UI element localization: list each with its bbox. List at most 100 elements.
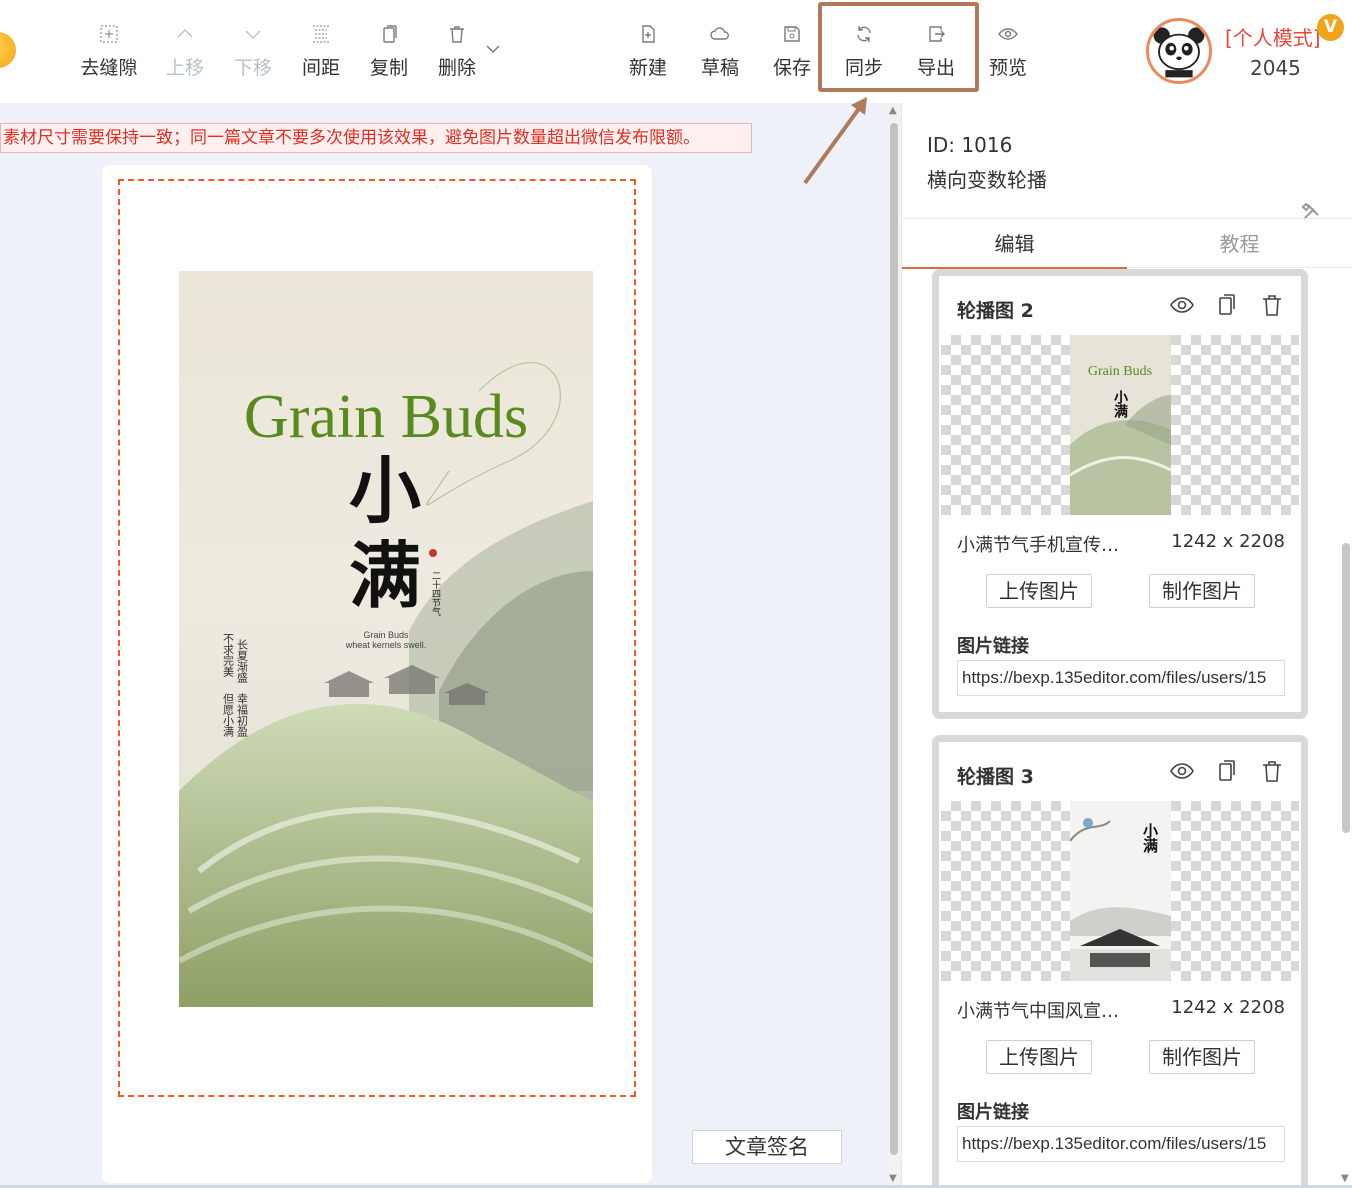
canvas-scroll-thumb[interactable]	[890, 123, 898, 1155]
thumbnail-title-cn: 小满	[1141, 823, 1159, 854]
export-label: 导出	[916, 57, 955, 79]
chevron-up-icon	[150, 20, 220, 48]
article-signature-button[interactable]: 文章签名	[692, 1130, 842, 1164]
spacing-label: 间距	[301, 57, 340, 79]
move-up-button[interactable]: 上移	[150, 20, 220, 84]
copy-label: 复制	[369, 57, 408, 79]
spacing-icon	[286, 20, 356, 48]
panel-scrollbar[interactable]: ▼	[1338, 269, 1352, 1188]
card-title: 轮播图 3	[957, 766, 1034, 788]
delete-button[interactable]: 删除	[422, 20, 492, 84]
make-image-button[interactable]: 制作图片	[1149, 574, 1255, 608]
poster-poem-line-3: 幸福初盈	[236, 693, 249, 737]
chevron-down-icon	[218, 20, 288, 48]
new-button[interactable]: 新建	[613, 20, 683, 84]
draft-label: 草稿	[700, 57, 739, 79]
poster-title-en: Grain Buds	[244, 383, 528, 451]
cloud-icon	[685, 20, 755, 48]
remove-gap-button[interactable]: 去缝隙	[74, 20, 144, 84]
thumbnail-title-en: Grain Buds	[1088, 364, 1152, 379]
carousel-card: 轮播图 3 小满 小满节气中国风宣… 1242 x 2208 上传图片 制作图片…	[932, 735, 1308, 1188]
save-label: 保存	[772, 57, 811, 79]
tab-tutorial[interactable]: 教程	[1127, 219, 1352, 269]
poster-poem-line-2: 不求完美	[222, 633, 235, 677]
scroll-down-icon[interactable]: ▼	[1341, 1173, 1349, 1184]
notice-banner: 素材尺寸需要保持一致；同一篇文章不要多次使用该效果，避免图片数量超出微信发布限额…	[0, 123, 752, 153]
tab-edit[interactable]: 编辑	[902, 219, 1127, 269]
user-points: 2045	[1250, 56, 1301, 80]
sync-icon	[829, 20, 899, 48]
draft-button[interactable]: 草稿	[685, 20, 755, 84]
copy-icon[interactable]	[1214, 292, 1240, 318]
make-image-button[interactable]: 制作图片	[1149, 1040, 1255, 1074]
trash-icon[interactable]	[1259, 758, 1285, 784]
poster-sub-2: wheat kernels swell.	[345, 640, 427, 650]
card-title: 轮播图 2	[957, 300, 1034, 322]
export-icon	[901, 20, 971, 48]
panel-scroll-thumb[interactable]	[1342, 543, 1350, 833]
poster-image[interactable]: Grain Buds 小 满 二十四节气 Grain Buds wheat ke…	[179, 271, 593, 1007]
save-button[interactable]: 保存	[757, 20, 827, 84]
copy-button[interactable]: 复制	[354, 20, 424, 84]
panda-avatar-icon	[1151, 23, 1207, 79]
scroll-up-icon[interactable]: ▲	[889, 105, 897, 116]
logo-icon	[0, 32, 16, 68]
poster-seal-icon	[429, 549, 437, 557]
copy-icon	[354, 20, 424, 48]
poster-poem-line-4: 但愿小满	[222, 693, 235, 737]
more-chevron-down-icon[interactable]	[484, 40, 502, 58]
image-link-label: 图片链接	[957, 1102, 1029, 1123]
avatar[interactable]	[1146, 18, 1212, 84]
poster-side-tag: 二十四节气	[430, 571, 441, 616]
move-down-button[interactable]: 下移	[218, 20, 288, 84]
move-up-label: 上移	[165, 57, 204, 79]
copy-icon[interactable]	[1214, 758, 1240, 784]
eye-icon[interactable]	[1169, 758, 1195, 784]
eye-icon	[973, 20, 1043, 48]
remove-gap-label: 去缝隙	[80, 57, 138, 79]
trash-icon[interactable]	[1259, 292, 1285, 318]
template-name: 横向变数轮播	[927, 168, 1047, 192]
image-file-name: 小满节气手机宣传…	[957, 535, 1119, 556]
poster-poem-line-1: 长夏渐盛	[236, 639, 249, 683]
app-window: 去缝隙 上移 下移 间距 复制 删除 新建 草稿 保存 同步 导出 预览 [个人…	[0, 0, 1352, 1188]
poster-title-cn-1: 小	[349, 448, 421, 533]
annotation-arrow-icon	[803, 97, 867, 185]
upload-image-button[interactable]: 上传图片	[986, 1040, 1092, 1074]
image-link-label: 图片链接	[957, 636, 1029, 657]
new-file-icon	[613, 20, 683, 48]
preview-label: 预览	[988, 57, 1027, 79]
save-icon	[757, 20, 827, 48]
preview-button[interactable]: 预览	[973, 20, 1043, 84]
move-down-label: 下移	[233, 57, 272, 79]
delete-label: 删除	[437, 57, 476, 79]
vip-badge: V	[1317, 14, 1344, 41]
canvas-scrollbar[interactable]: ▲ ▼	[887, 103, 901, 1188]
poster-sub-1: Grain Buds	[363, 630, 409, 640]
sync-button[interactable]: 同步	[829, 20, 899, 84]
image-link-input[interactable]: https://bexp.135editor.com/files/users/1…	[957, 1126, 1285, 1162]
trash-icon	[422, 20, 492, 48]
poster-title-cn-2: 满	[349, 533, 421, 618]
upload-image-button[interactable]: 上传图片	[986, 574, 1092, 608]
user-mode-link[interactable]: [个人模式]	[1225, 22, 1321, 51]
thumbnail-image: 小满	[1070, 801, 1171, 981]
scroll-down-icon[interactable]: ▼	[889, 1173, 897, 1184]
editor-canvas-area: 素材尺寸需要保持一致；同一篇文章不要多次使用该效果，避免图片数量超出微信发布限额…	[0, 97, 901, 1188]
image-file-name: 小满节气中国风宣…	[957, 1001, 1119, 1022]
image-dimensions: 1242 x 2208	[1171, 531, 1285, 552]
image-thumbnail[interactable]: Grain Buds 小满	[941, 335, 1299, 515]
carousel-item-list: 轮播图 2 Grain Buds 小满 小满节气手机宣传… 1242 x 220…	[902, 269, 1352, 1188]
template-id: ID: 1016	[927, 133, 1013, 157]
image-thumbnail[interactable]: 小满	[941, 801, 1299, 981]
spacing-button[interactable]: 间距	[286, 20, 356, 84]
top-toolbar: 去缝隙 上移 下移 间距 复制 删除 新建 草稿 保存 同步 导出 预览 [个人…	[0, 0, 1352, 103]
thumbnail-image: Grain Buds 小满	[1070, 335, 1171, 515]
carousel-card: 轮播图 2 Grain Buds 小满 小满节气手机宣传… 1242 x 220…	[932, 269, 1308, 719]
export-button[interactable]: 导出	[901, 20, 971, 84]
panel-tabs: 编辑 教程	[902, 218, 1352, 269]
properties-panel: ID: 1016 横向变数轮播 编辑 教程 轮播图 2 Grain Buds 小…	[901, 103, 1352, 1188]
image-dimensions: 1242 x 2208	[1171, 997, 1285, 1018]
eye-icon[interactable]	[1169, 292, 1195, 318]
image-link-input[interactable]: https://bexp.135editor.com/files/users/1…	[957, 660, 1285, 696]
